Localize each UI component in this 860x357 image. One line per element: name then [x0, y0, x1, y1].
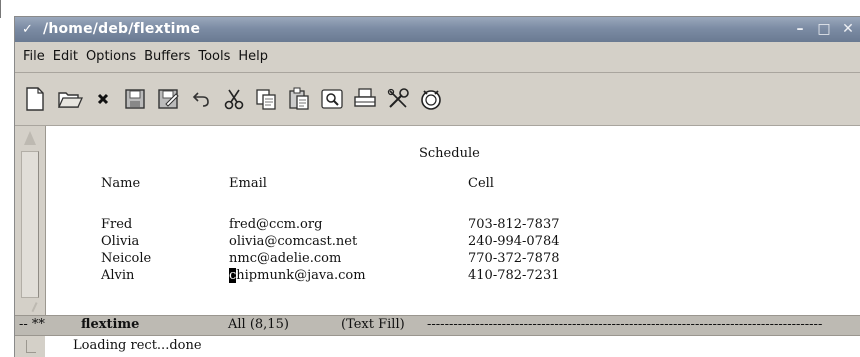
maximize-button[interactable]: □: [815, 20, 833, 39]
page-edge: [0, 0, 1, 18]
header-cell: Cell: [468, 176, 494, 191]
row-email: chipmunk@java.com: [229, 268, 366, 283]
scroll-thumb[interactable]: [21, 151, 39, 298]
row-name: Neicole: [101, 251, 152, 266]
buffer-title: Schedule: [419, 146, 480, 161]
row-name: Fred: [101, 217, 133, 232]
row-cell: 770-372-7878: [468, 251, 560, 266]
menu-options[interactable]: Options: [82, 42, 140, 72]
echo-area: Loading rect...done: [15, 335, 860, 357]
save-icon[interactable]: [120, 83, 150, 115]
modeline-mode: (Text Fill): [341, 317, 405, 332]
new-file-icon[interactable]: [20, 83, 50, 115]
close-button[interactable]: ✕: [839, 20, 857, 39]
tools-icon[interactable]: [383, 83, 413, 115]
menu-bar: File Edit Options Buffers Tools Help: [15, 42, 860, 73]
menu-buffers[interactable]: Buffers: [140, 42, 194, 72]
title-bar: ✓ /home/deb/flextime – □ ✕: [15, 17, 860, 42]
minimize-button[interactable]: –: [791, 20, 809, 39]
row-name: Alvin: [101, 268, 135, 283]
mode-line: -- ** flextime All (8,15) (Text Fill) --…: [15, 315, 860, 335]
info-icon[interactable]: [416, 83, 446, 115]
menu-file[interactable]: File: [19, 42, 49, 72]
minibuffer-icon: [26, 340, 36, 353]
cut-icon[interactable]: [219, 83, 249, 115]
row-cell: 703-812-7837: [468, 217, 560, 232]
row-email: olivia@comcast.net: [229, 234, 358, 249]
window-controls: – □ ✕: [791, 20, 857, 39]
header-name: Name: [101, 176, 141, 191]
row-cell: 410-782-7231: [468, 268, 560, 283]
search-icon[interactable]: [317, 83, 347, 115]
undo-icon[interactable]: [186, 83, 216, 115]
menu-tools[interactable]: Tools: [194, 42, 234, 72]
copy-icon[interactable]: [251, 83, 281, 115]
open-folder-icon[interactable]: [55, 83, 85, 115]
echo-gutter: [15, 336, 45, 357]
emacs-window: ✓ /home/deb/flextime – □ ✕ File Edit Opt…: [14, 16, 860, 357]
scroll-up-icon[interactable]: [24, 131, 36, 145]
text-buffer[interactable]: Schedule Name Email Cell Fred fred@ccm.o…: [46, 126, 860, 315]
modeline-buffer-name: flextime: [81, 317, 140, 332]
menu-edit[interactable]: Edit: [49, 42, 82, 72]
print-icon[interactable]: [350, 83, 380, 115]
modeline-status: -- **: [19, 317, 45, 332]
row-email: fred@ccm.org: [229, 217, 323, 232]
toolbar: [15, 73, 860, 126]
modeline-position: All (8,15): [228, 317, 289, 332]
menu-help[interactable]: Help: [234, 42, 272, 72]
row-cell: 240-994-0784: [468, 234, 560, 249]
close-icon[interactable]: [88, 83, 118, 115]
save-as-icon[interactable]: [153, 83, 183, 115]
row-name: Olivia: [101, 234, 140, 249]
echo-message: Loading rect...done: [73, 338, 202, 353]
header-email: Email: [229, 176, 267, 191]
scrollbar[interactable]: [15, 126, 46, 315]
window-title: /home/deb/flextime: [43, 21, 201, 37]
chevron-down-icon[interactable]: ✓: [19, 21, 36, 38]
row-email-rest: hipmunk@java.com: [236, 268, 366, 283]
row-email: nmc@adelie.com: [229, 251, 342, 266]
modeline-fill: ----------------------------------------…: [427, 317, 823, 332]
paste-icon[interactable]: [284, 83, 314, 115]
scroll-down-icon[interactable]: [22, 297, 38, 313]
